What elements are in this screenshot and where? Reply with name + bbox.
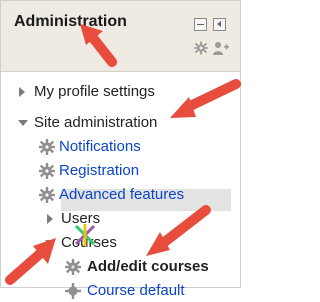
tree-item-course-default[interactable]: Course default <box>1 280 240 302</box>
tree-item-users[interactable]: Users <box>1 208 240 230</box>
add-person-icon[interactable] <box>213 41 229 55</box>
tree-item-advanced-features[interactable]: Advanced features <box>1 184 240 206</box>
tree-item-label: My profile settings <box>34 83 155 100</box>
gear-icon <box>39 187 55 203</box>
tree-item-label: Courses <box>61 234 117 251</box>
course-default-link[interactable]: Course default <box>87 280 185 302</box>
gear-icon <box>39 163 55 179</box>
notifications-link[interactable]: Notifications <box>59 136 141 158</box>
administration-block: Administration My profile settings Site … <box>0 0 241 299</box>
tree-item-my-profile-settings[interactable]: My profile settings <box>1 81 240 103</box>
dock-icon[interactable] <box>194 18 207 31</box>
tree-item-site-administration[interactable]: Site administration <box>1 112 240 134</box>
chevron-down-icon[interactable] <box>18 120 28 126</box>
gear-icon <box>65 259 81 275</box>
block-title: Administration <box>14 13 127 30</box>
tree-item-notifications[interactable]: Notifications <box>1 136 240 158</box>
gear-icon[interactable] <box>194 41 208 55</box>
tree-item-label: Users <box>61 210 101 227</box>
block-header: Administration <box>1 1 240 72</box>
registration-link[interactable]: Registration <box>59 160 139 182</box>
advanced-features-link[interactable]: Advanced features <box>59 184 184 206</box>
tree-item-registration[interactable]: Registration <box>1 160 240 182</box>
hide-icon[interactable] <box>213 18 226 31</box>
chevron-right-icon[interactable] <box>47 214 53 224</box>
chevron-down-icon[interactable] <box>45 240 55 246</box>
chevron-right-icon[interactable] <box>19 87 25 97</box>
tree-item-courses[interactable]: Courses <box>1 232 240 254</box>
tree-item-label: Site administration <box>34 114 158 131</box>
gear-icon <box>65 283 81 299</box>
gear-icon <box>39 139 55 155</box>
add-edit-courses-link[interactable]: Add/edit courses <box>87 256 209 278</box>
tree-item-add-edit-courses[interactable]: Add/edit courses <box>1 256 240 278</box>
